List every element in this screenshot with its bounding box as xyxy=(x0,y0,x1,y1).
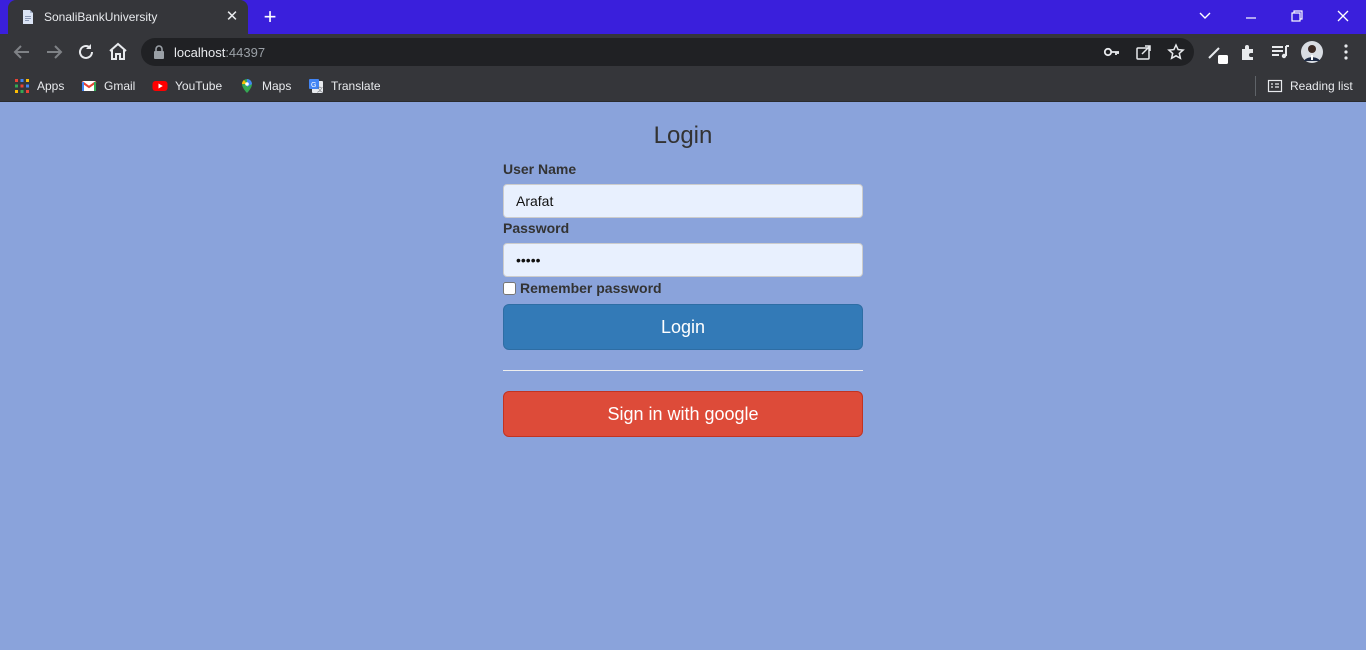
tab-close-icon[interactable]: ✕ xyxy=(224,9,240,25)
url-text[interactable]: localhost:44397 xyxy=(174,45,265,60)
minimize-icon[interactable] xyxy=(1236,4,1266,28)
svg-text:G: G xyxy=(311,82,316,89)
forward-arrow-icon[interactable] xyxy=(42,40,66,64)
gmail-icon xyxy=(81,81,97,91)
bookmark-apps[interactable]: Apps xyxy=(14,76,64,96)
bookmarks-divider xyxy=(1255,76,1256,96)
share-icon[interactable] xyxy=(1135,43,1153,61)
translate-icon: G 文 xyxy=(309,79,323,94)
bookmarks-bar: Apps Gmail YouTube Maps G 文 Translate Re… xyxy=(0,70,1366,102)
restore-icon[interactable] xyxy=(1282,4,1312,28)
divider xyxy=(503,370,863,371)
back-arrow-icon[interactable] xyxy=(10,40,34,64)
extensions-puzzle-icon[interactable] xyxy=(1237,40,1261,64)
password-input[interactable] xyxy=(503,243,863,277)
bookmark-translate[interactable]: G 文 Translate xyxy=(308,76,381,96)
reading-list-button[interactable]: Reading list xyxy=(1267,76,1353,96)
browser-tab[interactable]: SonaliBankUniversity ✕ xyxy=(8,0,248,34)
page-title: Login xyxy=(653,122,713,149)
remember-password-label: Remember password xyxy=(520,280,662,296)
remember-password-row: Remember password xyxy=(503,280,662,296)
youtube-icon xyxy=(152,81,168,91)
reload-icon[interactable] xyxy=(74,40,98,64)
url-port: :44397 xyxy=(225,45,266,60)
tab-title: SonaliBankUniversity xyxy=(44,10,158,24)
username-input[interactable] xyxy=(503,184,863,218)
login-button[interactable]: Login xyxy=(503,304,863,350)
extension-pen-icon[interactable] xyxy=(1205,40,1229,64)
tab-search-icon[interactable] xyxy=(1190,4,1220,28)
apps-grid-icon xyxy=(15,79,29,93)
reading-list-icon xyxy=(1267,79,1283,93)
address-bar[interactable]: localhost:44397 xyxy=(141,38,1194,66)
maps-icon xyxy=(242,79,252,93)
bookmark-maps[interactable]: Maps xyxy=(239,76,291,96)
key-icon[interactable] xyxy=(1103,43,1121,61)
google-sign-in-button[interactable]: Sign in with google xyxy=(503,391,863,437)
new-tab-icon[interactable]: + xyxy=(258,6,282,28)
bookmark-star-icon[interactable] xyxy=(1167,43,1185,61)
close-window-icon[interactable] xyxy=(1328,4,1358,28)
bookmark-label: Gmail xyxy=(104,79,136,93)
bookmark-label: YouTube xyxy=(175,79,223,93)
bookmark-youtube[interactable]: YouTube xyxy=(152,76,222,96)
browser-title-bar: SonaliBankUniversity ✕ + xyxy=(0,0,1366,34)
remember-password-checkbox[interactable] xyxy=(503,281,516,295)
lock-icon[interactable] xyxy=(153,45,165,59)
bookmark-label: Translate xyxy=(331,79,381,93)
url-host: localhost xyxy=(174,45,226,60)
password-label: Password xyxy=(503,220,570,236)
bookmark-gmail[interactable]: Gmail xyxy=(81,76,135,96)
browser-toolbar: localhost:44397 xyxy=(0,34,1366,70)
profile-avatar[interactable] xyxy=(1300,40,1324,64)
document-icon xyxy=(23,10,33,24)
reading-list-label: Reading list xyxy=(1290,79,1353,93)
media-queue-icon[interactable] xyxy=(1268,40,1292,64)
home-icon[interactable] xyxy=(106,40,130,64)
svg-text:文: 文 xyxy=(317,86,323,94)
username-label: User Name xyxy=(503,161,577,177)
bookmark-label: Maps xyxy=(262,79,292,93)
bookmark-label: Apps xyxy=(37,79,65,93)
browser-menu-icon[interactable] xyxy=(1334,40,1358,64)
